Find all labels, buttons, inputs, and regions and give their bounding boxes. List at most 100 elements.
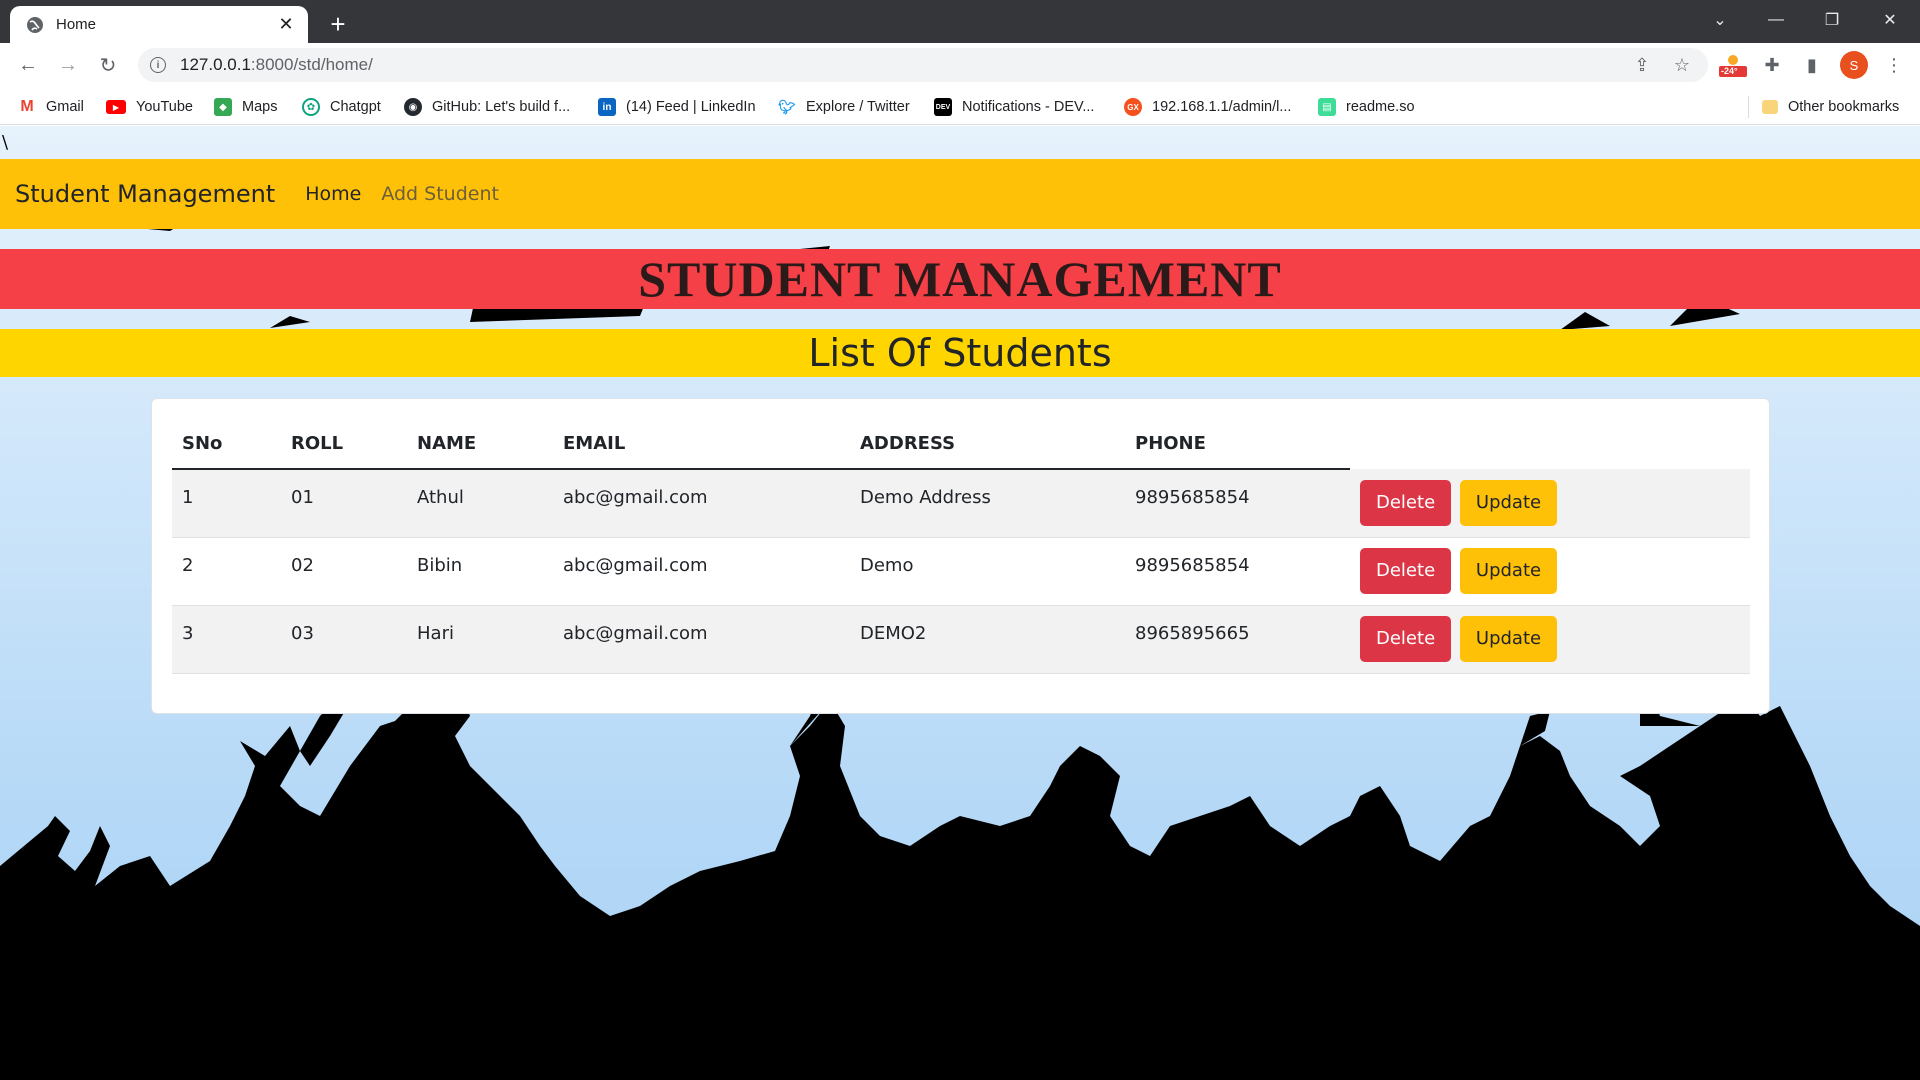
cell-roll: 01 bbox=[281, 469, 407, 538]
update-button[interactable]: Update bbox=[1459, 616, 1558, 662]
page-title: STUDENT MANAGEMENT bbox=[638, 251, 1282, 307]
cell-email: abc@gmail.com bbox=[553, 537, 850, 606]
section-title-banner: List Of Students bbox=[0, 329, 1920, 377]
table-row: 2 02 Bibin abc@gmail.com Demo 9895685854… bbox=[172, 537, 1750, 606]
twitter-icon: 🐦︎ bbox=[778, 98, 796, 115]
bookmark-gmail[interactable]: M Gmail bbox=[18, 96, 84, 118]
navbar: Student Management Home Add Student bbox=[0, 159, 1920, 229]
delete-button[interactable]: Delete bbox=[1360, 548, 1452, 594]
cell-sno: 3 bbox=[172, 605, 281, 674]
address-bar[interactable]: i 127.0.0.1:8000/std/home/ bbox=[138, 48, 1708, 82]
cell-actions: Delete Update bbox=[1350, 605, 1750, 674]
bookmark-linkedin[interactable]: in (14) Feed | LinkedIn bbox=[598, 96, 756, 118]
cell-address: DEMO2 bbox=[850, 605, 1125, 674]
other-bookmarks[interactable]: Other bookmarks bbox=[1762, 96, 1899, 118]
other-bookmarks-label: Other bookmarks bbox=[1788, 99, 1900, 115]
navbar-brand[interactable]: Student Management bbox=[15, 180, 275, 208]
section-title: List Of Students bbox=[808, 331, 1112, 375]
youtube-icon: ▶ bbox=[106, 100, 126, 114]
menu-kebab-icon[interactable]: ⋮ bbox=[1880, 51, 1908, 79]
url-host: 127.0.0.1 bbox=[180, 55, 251, 74]
tab-home[interactable]: Home ✕ bbox=[10, 6, 308, 43]
url-text[interactable]: 127.0.0.1:8000/std/home/ bbox=[180, 55, 373, 75]
cell-address: Demo bbox=[850, 537, 1125, 606]
share-icon[interactable]: ⇪ bbox=[1628, 51, 1656, 79]
bookmark-github[interactable]: ◉ GitHub: Let's build f... bbox=[404, 96, 570, 118]
bookmark-dev[interactable]: DEV Notifications - DEV... bbox=[934, 96, 1094, 118]
restore-button[interactable]: ❐ bbox=[1804, 0, 1860, 40]
folder-icon bbox=[1762, 100, 1778, 114]
cell-address: Demo Address bbox=[850, 469, 1125, 538]
cell-sno: 1 bbox=[172, 469, 281, 538]
bookmarks-divider bbox=[1748, 96, 1749, 118]
bookmark-label: GitHub: Let's build f... bbox=[432, 99, 571, 115]
weather-extension-icon[interactable]: -24° bbox=[1718, 53, 1747, 79]
dev-icon: DEV bbox=[934, 98, 952, 116]
bookmark-youtube[interactable]: ▶ YouTube bbox=[106, 96, 193, 118]
forward-button[interactable]: → bbox=[52, 49, 84, 81]
minimize-button[interactable]: — bbox=[1748, 0, 1804, 40]
router-icon: GX bbox=[1124, 98, 1142, 116]
page-title-banner: STUDENT MANAGEMENT bbox=[0, 249, 1920, 309]
new-tab-button[interactable]: + bbox=[322, 8, 354, 40]
bookmark-label: (14) Feed | LinkedIn bbox=[626, 99, 756, 115]
tab-strip: Home ✕ + ⌄ — ❐ ✕ bbox=[0, 0, 1920, 43]
cell-phone: 9895685854 bbox=[1125, 469, 1350, 538]
tab-title: Home bbox=[56, 16, 97, 33]
bookmark-router-admin[interactable]: GX 192.168.1.1/admin/l... bbox=[1124, 96, 1291, 118]
site-info-icon[interactable]: i bbox=[150, 57, 166, 73]
header-email: EMAIL bbox=[553, 419, 850, 470]
update-button[interactable]: Update bbox=[1459, 548, 1558, 594]
cell-actions: Delete Update bbox=[1350, 469, 1750, 538]
table-row: 1 01 Athul abc@gmail.com Demo Address 98… bbox=[172, 469, 1750, 538]
globe-icon bbox=[26, 16, 44, 34]
header-address: ADDRESS bbox=[850, 419, 1125, 470]
header-phone: PHONE bbox=[1125, 419, 1350, 470]
close-tab-icon[interactable]: ✕ bbox=[274, 13, 298, 37]
bookmark-label: 192.168.1.1/admin/l... bbox=[1152, 99, 1292, 115]
back-button[interactable]: ← bbox=[12, 49, 44, 81]
gmail-icon: M bbox=[20, 98, 34, 115]
extension-badge: -24° bbox=[1721, 66, 1738, 76]
bookmark-maps[interactable]: ◆ Maps bbox=[214, 96, 277, 118]
delete-button[interactable]: Delete bbox=[1360, 479, 1452, 526]
bookmark-chatgpt[interactable]: ✿ Chatgpt bbox=[302, 96, 381, 118]
bookmark-label: Notifications - DEV... bbox=[962, 99, 1095, 115]
nav-link-home[interactable]: Home bbox=[305, 183, 361, 205]
table-row: 3 03 Hari abc@gmail.com DEMO2 8965895665… bbox=[172, 605, 1750, 674]
cell-name: Athul bbox=[407, 469, 553, 538]
github-icon: ◉ bbox=[404, 98, 422, 116]
profile-avatar[interactable]: S bbox=[1840, 51, 1868, 79]
tab-search-icon[interactable]: ⌄ bbox=[1692, 0, 1748, 40]
reload-button[interactable]: ↻ bbox=[92, 49, 124, 81]
cell-sno: 2 bbox=[172, 537, 281, 606]
bookmark-label: Explore / Twitter bbox=[806, 99, 910, 115]
nav-link-add-student[interactable]: Add Student bbox=[381, 183, 499, 205]
cell-phone: 8965895665 bbox=[1125, 605, 1350, 674]
delete-button[interactable]: Delete bbox=[1360, 616, 1452, 662]
side-panel-icon[interactable]: ▮ bbox=[1798, 51, 1826, 79]
bookmark-star-icon[interactable]: ☆ bbox=[1668, 51, 1696, 79]
bookmarks-bar: M Gmail ▶ YouTube ◆ Maps ✿ Chatgpt ◉ GitHub: … bbox=[0, 87, 1920, 125]
cell-name: Hari bbox=[407, 605, 553, 674]
cell-roll: 03 bbox=[281, 605, 407, 674]
close-window-button[interactable]: ✕ bbox=[1862, 0, 1918, 40]
bookmark-label: Maps bbox=[242, 99, 278, 115]
bookmark-label: readme.so bbox=[1346, 99, 1415, 115]
students-card: SNo ROLL NAME EMAIL ADDRESS PHONE 1 01 A… bbox=[151, 398, 1770, 714]
header-name: NAME bbox=[407, 419, 553, 470]
linkedin-icon: in bbox=[598, 98, 616, 116]
chatgpt-icon: ✿ bbox=[302, 98, 320, 116]
extensions-puzzle-icon[interactable]: ✚ bbox=[1758, 51, 1786, 79]
cell-phone: 9895685854 bbox=[1125, 537, 1350, 606]
bookmark-readme[interactable]: ▤ readme.so bbox=[1318, 96, 1415, 118]
update-button[interactable]: Update bbox=[1459, 479, 1558, 526]
bookmark-twitter[interactable]: 🐦︎ Explore / Twitter bbox=[778, 96, 910, 118]
bookmark-label: YouTube bbox=[136, 99, 193, 115]
bookmark-label: Chatgpt bbox=[330, 99, 381, 115]
url-path: :8000/std/home/ bbox=[250, 55, 373, 74]
cell-name: Bibin bbox=[407, 537, 553, 606]
bookmark-label: Gmail bbox=[46, 99, 84, 115]
table-header-row: SNo ROLL NAME EMAIL ADDRESS PHONE bbox=[172, 419, 1750, 470]
header-actions bbox=[1350, 419, 1750, 469]
